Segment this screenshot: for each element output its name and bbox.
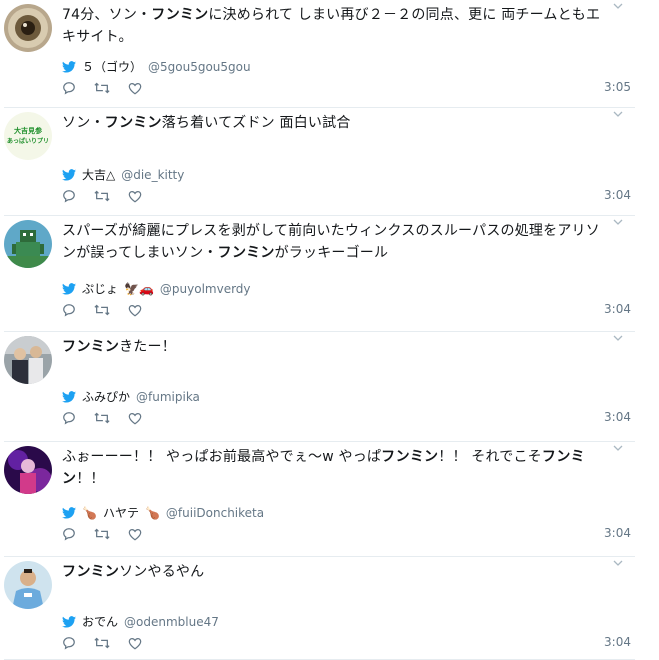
chevron-down-icon[interactable] — [613, 334, 623, 342]
chevron-down-icon[interactable] — [613, 559, 623, 567]
avatar[interactable] — [4, 446, 52, 494]
tweet-author[interactable]: 大吉△ @die_kitty — [62, 166, 184, 183]
like-icon[interactable] — [128, 303, 142, 317]
like-icon[interactable] — [128, 189, 142, 203]
twitter-bird-icon — [62, 168, 76, 181]
tweet-text: ソン・フンミン落ち着いてズドン 面白い試合 — [62, 112, 609, 134]
tweet-text-segment: がラッキーゴール — [274, 245, 389, 261]
tweet[interactable]: ふぉーーー！！ やっぱお前最高やでぇ〜w やっぱフンミン！！ それでこそフンミン… — [4, 442, 635, 557]
reply-icon[interactable] — [62, 189, 76, 203]
tweet-text-highlight: フンミン — [381, 449, 439, 465]
retweet-icon[interactable] — [94, 189, 110, 203]
twitter-bird-icon — [62, 506, 76, 519]
tweet-text-highlight: フンミン — [104, 115, 162, 131]
author-handle[interactable]: @fumipika — [136, 390, 200, 404]
name-emoji: 🦅🚗 — [124, 281, 154, 296]
reply-icon[interactable] — [62, 303, 76, 317]
tweet-text-segment: ！！ それでこそ — [438, 449, 542, 465]
tweet-text-segment: 74分、ソン・ — [62, 7, 152, 23]
tweet-text-highlight: フンミン — [217, 245, 275, 261]
tweet-text-segment: 落ち着いてズドン 面白い試合 — [161, 115, 351, 131]
tweet-text-segment: ソン・ — [62, 115, 105, 131]
tweet[interactable]: フンミンきたー！ ふみぴか @fumipika 3:04 — [4, 332, 635, 442]
tweet-actions — [62, 633, 635, 653]
twitter-bird-icon — [62, 282, 76, 295]
tweet-actions — [62, 186, 635, 206]
like-icon[interactable] — [128, 636, 142, 650]
tweet-text-segment: ！！ — [76, 471, 105, 487]
tweet[interactable]: 74分、ソン・フンミンに決められて しまい再び２－２の同点、更に 両チームともエ… — [4, 0, 635, 108]
author-handle[interactable]: @5gou5gou5gou — [148, 60, 251, 74]
tweet[interactable]: スパーズが綺麗にプレスを剥がして前向いたウィンクスのスルーパスの処理をアリソンが… — [4, 216, 635, 332]
tweet-text-segment: きたー！ — [119, 339, 176, 355]
tweet-timestamp[interactable]: 3:04 — [604, 410, 631, 424]
retweet-icon[interactable] — [94, 303, 110, 317]
tweet[interactable]: 大吉見参 あっぱいりプリ ソン・フンミン落ち着いてズドン 面白い試合大吉△ @di… — [4, 108, 635, 216]
author-name[interactable]: ５（ゴウ） — [82, 58, 142, 75]
author-name[interactable]: ぷじょ — [82, 280, 118, 297]
tweet-timestamp[interactable]: 3:04 — [604, 635, 631, 649]
twitter-bird-icon — [62, 390, 76, 403]
chevron-down-icon[interactable] — [613, 110, 623, 118]
tweet-author[interactable]: ふみぴか @fumipika — [62, 388, 200, 405]
tweet-author[interactable]: 🍗 ハヤテ 🍗 @fuiiDonchiketa — [62, 504, 264, 521]
tweet-text-segment: ソンやるやん — [119, 564, 205, 580]
tweet-text-highlight: フンミン — [62, 564, 120, 580]
author-name[interactable]: ふみぴか — [82, 388, 130, 405]
avatar[interactable] — [4, 220, 52, 268]
retweet-icon[interactable] — [94, 411, 110, 425]
author-name[interactable]: 大吉△ — [82, 166, 115, 183]
author-name[interactable]: おでん — [82, 613, 118, 630]
like-icon[interactable] — [128, 81, 142, 95]
chevron-down-icon[interactable] — [613, 444, 623, 452]
tweet-timestamp[interactable]: 3:04 — [604, 302, 631, 316]
reply-icon[interactable] — [62, 636, 76, 650]
author-handle[interactable]: @puyolmverdy — [160, 282, 251, 296]
svg-text:あっぱいりプリ: あっぱいりプリ — [7, 137, 49, 145]
author-handle[interactable]: @odenmblue47 — [124, 615, 219, 629]
avatar[interactable] — [4, 4, 52, 52]
like-icon[interactable] — [128, 527, 142, 541]
tweet-actions — [62, 300, 635, 320]
retweet-icon[interactable] — [94, 527, 110, 541]
tweet-actions — [62, 78, 635, 98]
tweet-author[interactable]: ぷじょ 🦅🚗 @puyolmverdy — [62, 280, 251, 297]
tweet-text-highlight: フンミン — [151, 7, 209, 23]
twitter-bird-icon — [62, 60, 76, 73]
name-emoji: 🍗 — [82, 505, 97, 520]
tweet-text-highlight: フンミン — [62, 339, 120, 355]
tweet-text: ふぉーーー！！ やっぱお前最高やでぇ〜w やっぱフンミン！！ それでこそフンミン… — [62, 446, 609, 490]
like-icon[interactable] — [128, 411, 142, 425]
tweet-text: フンミンきたー！ — [62, 336, 609, 358]
name-emoji: 🍗 — [144, 505, 160, 520]
tweet-actions — [62, 408, 635, 428]
reply-icon[interactable] — [62, 411, 76, 425]
author-handle[interactable]: @die_kitty — [121, 168, 184, 182]
tweet-text: 74分、ソン・フンミンに決められて しまい再び２－２の同点、更に 両チームともエ… — [62, 4, 609, 48]
tweet-text: スパーズが綺麗にプレスを剥がして前向いたウィンクスのスルーパスの処理をアリソンが… — [62, 220, 609, 264]
tweet-text: フンミンソンやるやん — [62, 561, 609, 583]
tweet[interactable]: フンミンソンやるやんおでん @odenmblue47 3:04 — [4, 557, 635, 660]
tweet-timestamp[interactable]: 3:04 — [604, 526, 631, 540]
retweet-icon[interactable] — [94, 81, 110, 95]
avatar[interactable] — [4, 561, 52, 609]
reply-icon[interactable] — [62, 527, 76, 541]
avatar[interactable] — [4, 336, 52, 384]
tweet-timestamp[interactable]: 3:04 — [604, 188, 631, 202]
author-name[interactable]: ハヤテ — [103, 504, 139, 521]
twitter-bird-icon — [62, 615, 76, 628]
tweet-timestamp[interactable]: 3:05 — [604, 80, 631, 94]
retweet-icon[interactable] — [94, 636, 110, 650]
chevron-down-icon[interactable] — [613, 2, 623, 10]
tweet-actions — [62, 524, 635, 544]
chevron-down-icon[interactable] — [613, 218, 623, 226]
svg-text:大吉見参: 大吉見参 — [14, 126, 43, 135]
author-handle[interactable]: @fuiiDonchiketa — [166, 506, 264, 520]
avatar[interactable]: 大吉見参 あっぱいりプリ — [4, 112, 52, 160]
tweet-text-segment: ふぉーーー！！ やっぱお前最高やでぇ〜w やっぱ — [62, 449, 382, 465]
reply-icon[interactable] — [62, 81, 76, 95]
tweet-author[interactable]: おでん @odenmblue47 — [62, 613, 219, 630]
tweet-author[interactable]: ５（ゴウ） @5gou5gou5gou — [62, 58, 251, 75]
